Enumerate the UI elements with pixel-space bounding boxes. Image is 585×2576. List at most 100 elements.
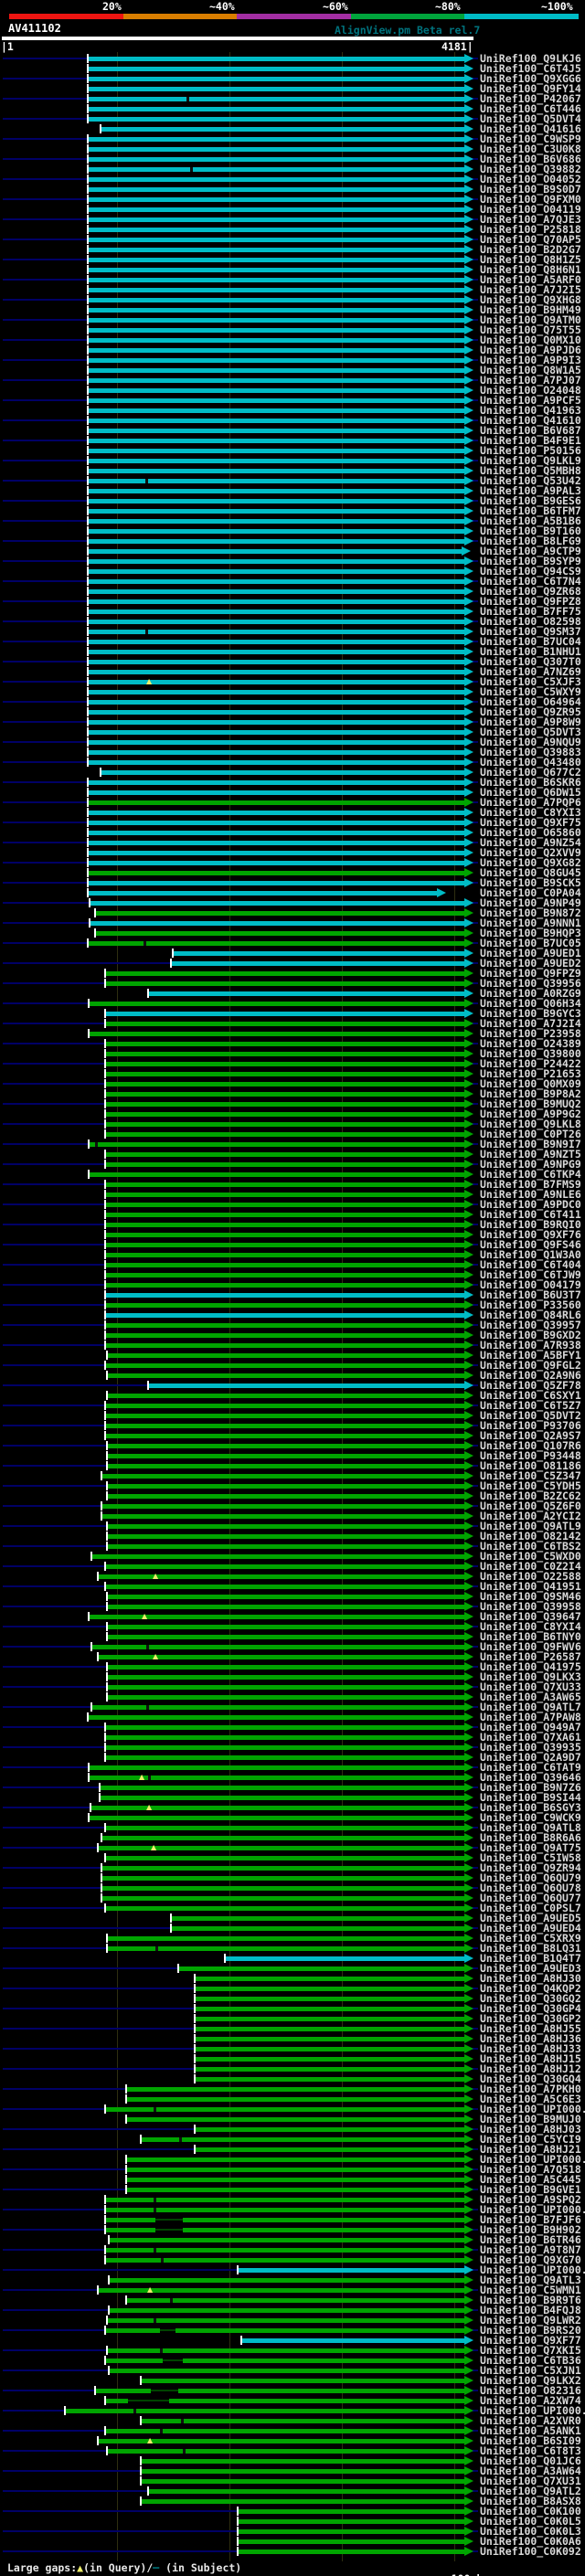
hit-accession-label: UniRef100_C0K092 [480,2544,581,2558]
alignment-arrowhead-icon [464,2023,473,2033]
alignment-arrowhead-icon [464,224,473,234]
alignment-arrowhead-icon [464,214,473,224]
alignment-bar [106,1151,464,1157]
query-gap-marker-icon: ▲ [146,1802,153,1811]
alignment-bar [89,619,464,624]
alignment-bar [89,679,464,684]
alignment-arrowhead-icon [464,2244,473,2254]
alignment-bar [102,1513,464,1519]
alignment-arrowhead-icon [464,1842,473,1852]
alignment-bar [89,327,464,333]
alignment-arrowhead-icon [464,395,473,405]
alignment-arrowhead-icon [464,415,473,425]
alignment-bar [89,759,464,765]
alignment-arrowhead-icon [464,948,473,958]
alignment-bar [89,257,464,262]
alignment-arrowhead-icon [464,2254,473,2264]
subject-gap-notch [133,2408,136,2413]
alignment-bar [89,840,464,845]
alignment-bar [89,850,464,855]
alignment-bar [108,2448,464,2454]
alignment-arrowhead-icon [464,1309,473,1320]
alignment-arrowhead-icon [464,1098,473,1108]
alignment-bar [102,1473,464,1479]
alignment-arrowhead-icon [464,1179,473,1189]
alignment-bar [89,468,464,473]
alignment-bar [89,639,464,644]
alignment-arrowhead-icon [464,696,473,706]
alignment-bar [89,116,464,122]
alignment-arrowhead-icon [464,1038,473,1048]
alignment-bar [110,2277,464,2283]
alignment-bar [89,810,464,815]
alignment-bar [106,1292,464,1298]
alignment-arrowhead-icon [464,143,473,154]
alignment-bar [89,488,464,493]
alignment-bar [102,1875,464,1881]
alignment-bar [89,779,464,785]
identity-scale-segment [9,14,123,19]
alignment-bar [142,2418,464,2423]
alignment-arrowhead-icon [464,2264,473,2274]
subject-gap-notch [183,2448,186,2454]
alignment-arrowhead-icon [464,304,473,314]
alignment-bar [106,1272,464,1277]
alignment-arrowhead-icon [464,676,473,686]
alignment-arrowhead-icon [464,1661,473,1671]
alignment-bar [89,76,464,81]
alignment-bar [196,1986,464,1991]
alignment-bar [108,1604,464,1609]
alignment-arrowhead-icon [464,566,473,576]
alignment-bar [106,1161,464,1167]
identity-scale-tick-label: ~40% [209,0,235,13]
alignment-bar [106,1242,464,1247]
alignment-arrowhead-icon [464,656,473,666]
alignment-bar [108,1945,464,1951]
alignment-arrowhead-icon [464,767,473,777]
alignment-arrowhead-icon [464,777,473,787]
alignment-bar [89,800,464,805]
alignment-bar [108,1463,464,1468]
alignment-arrowhead-icon [464,1712,473,1722]
alignment-arrowhead-icon [464,2134,473,2144]
alignment-arrowhead-icon [462,546,471,556]
alignment-arrowhead-icon [464,355,473,365]
alignment-arrowhead-icon [464,334,473,345]
alignment-bar [142,2498,464,2504]
alignment-bar [89,659,464,664]
ruler-end-label: 4181| [441,40,473,53]
alignment-gap-line [155,2218,183,2221]
alignment-bar [106,1021,464,1026]
alignment-arrowhead-icon [464,2234,473,2244]
subject-gap-notch [186,96,189,101]
alignment-bar [106,2207,464,2212]
alignment-bar [106,1423,464,1428]
legend-part: (in Subject) [159,2561,242,2574]
alignment-arrowhead-icon [464,2013,473,2023]
alignment-arrowhead-icon [464,2154,473,2164]
alignment-arrowhead-icon [464,475,473,485]
legend-part: (in Query)/ [83,2561,154,2574]
query-gap-marker-icon: ▲ [153,1651,159,1660]
alignment-arrowhead-icon [464,706,473,716]
alignment-arrowhead-icon [464,495,473,505]
alignment-bar [106,1332,464,1338]
alignment-bar [66,2408,464,2413]
alignment-arrowhead-icon [464,1892,473,1903]
alignment-bar [101,1785,464,1790]
alignment-bar [89,227,464,232]
alignment-bar [90,1765,464,1770]
alignment-bar [99,2438,464,2443]
alignment-bar [89,86,464,91]
alignment-arrowhead-icon [464,797,473,807]
alignment-bar [106,970,464,976]
alignment-bar [89,649,464,654]
alignment-bar [108,1694,464,1700]
alignment-arrowhead-icon [464,1390,473,1400]
alignment-bar [89,186,464,192]
alignment-bar [89,136,464,142]
alignment-arrowhead-icon [464,1923,473,1933]
alignment-bar [89,890,437,896]
alignment-arrowhead-icon [464,877,473,887]
alignment-arrowhead-icon [464,716,473,726]
